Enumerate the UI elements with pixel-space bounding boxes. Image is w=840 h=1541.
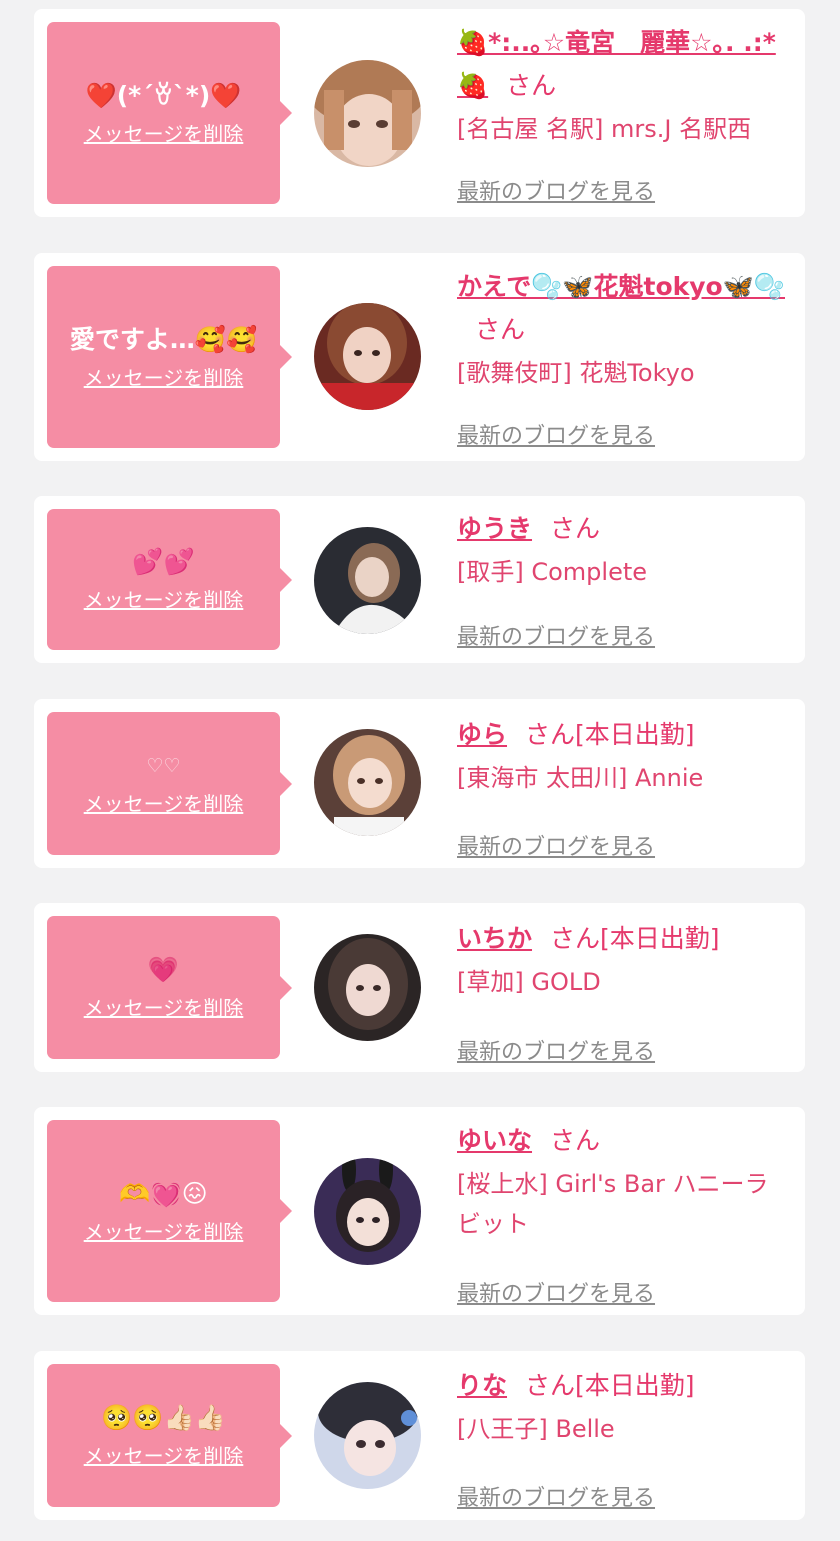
avatar[interactable] bbox=[314, 60, 421, 167]
attendance-status: [本日出勤] bbox=[600, 924, 720, 953]
attendance-status: [本日出勤] bbox=[575, 720, 695, 749]
latest-blog-link[interactable]: 最新のブログを見る bbox=[457, 1484, 655, 1514]
honorific: さん bbox=[475, 315, 526, 344]
message-card: 💕💕 メッセージを削除 ゆうき さん [取手] Complete 最新のブログを見… bbox=[34, 496, 805, 663]
message-text: 🫶💓😖 bbox=[119, 1178, 208, 1208]
message-bubble: 🥺🥺👍🏻👍🏻 メッセージを削除 bbox=[47, 1364, 292, 1507]
profile-name-link[interactable]: いちか bbox=[457, 924, 532, 953]
profile-info: ゆいな さん [桜上水] Girl's Bar ハニーラビット 最新のブログを見る bbox=[457, 1119, 792, 1307]
delete-message-link[interactable]: メッセージを削除 bbox=[84, 362, 244, 391]
honorific: さん bbox=[550, 1126, 601, 1155]
message-card: 🫶💓😖 メッセージを削除 ゆいな さん [桜上水] Girl's Bar ハニーラ… bbox=[34, 1107, 805, 1315]
latest-blog-link[interactable]: 最新のブログを見る bbox=[457, 623, 655, 653]
avatar[interactable] bbox=[314, 1158, 421, 1265]
delete-message-link[interactable]: メッセージを削除 bbox=[84, 1216, 244, 1245]
message-bubble: ❤️(*´ꈊ`*)❤️ メッセージを削除 bbox=[47, 22, 292, 204]
profile-info: かえで🫧🦋花魁tokyo🦋🫧 さん [歌舞伎町] 花魁Tokyo 最新のブログを見… bbox=[457, 265, 792, 449]
profile-name-link[interactable]: ゆうき bbox=[457, 514, 532, 543]
message-card: 愛ですよ…🥰🥰 メッセージを削除 かえで🫧🦋花魁tokyo🦋🫧 さん [歌舞伎町]… bbox=[34, 253, 805, 461]
message-card: 💗 メッセージを削除 いちか さん[本日出勤] [草加] GOLD 最新のブログを… bbox=[34, 903, 805, 1072]
shop-label: [草加] GOLD bbox=[457, 968, 601, 996]
message-bubble: 💕💕 メッセージを削除 bbox=[47, 509, 292, 650]
latest-blog-link[interactable]: 最新のブログを見る bbox=[457, 1280, 655, 1310]
message-text: 💕💕 bbox=[132, 547, 195, 576]
honorific: さん bbox=[550, 924, 601, 953]
latest-blog-link[interactable]: 最新のブログを見る bbox=[457, 178, 655, 208]
honorific: さん bbox=[550, 514, 601, 543]
shop-label: [桜上水] Girl's Bar ハニーラビット bbox=[457, 1170, 769, 1238]
delete-message-link[interactable]: メッセージを削除 bbox=[84, 118, 244, 147]
avatar[interactable] bbox=[314, 527, 421, 634]
message-text: 愛ですよ…🥰🥰 bbox=[69, 324, 258, 354]
message-bubble: ♡♡ メッセージを削除 bbox=[47, 712, 292, 855]
delete-message-link[interactable]: メッセージを削除 bbox=[84, 788, 244, 817]
profile-info: 🍓*:..｡☆竜宮 麗華☆｡. .:*🍓 さん [名古屋 名駅] mrs.J 名駅… bbox=[457, 21, 792, 205]
message-text: 💗 bbox=[147, 955, 180, 984]
profile-info: ゆら さん[本日出勤] [東海市 太田川] Annie 最新のブログを見る bbox=[457, 713, 792, 860]
profile-name-link[interactable]: ゆいな bbox=[457, 1126, 532, 1155]
message-card: ♡♡ メッセージを削除 ゆら さん[本日出勤] [東海市 太田川] Annie 最… bbox=[34, 699, 805, 868]
profile-name-link[interactable]: かえで🫧🦋花魁tokyo🦋🫧 bbox=[457, 272, 785, 301]
message-bubble: 🫶💓😖 メッセージを削除 bbox=[47, 1120, 292, 1302]
shop-label: [名古屋 名駅] mrs.J 名駅西 bbox=[457, 115, 752, 143]
honorific: さん bbox=[525, 720, 576, 749]
message-card: 🥺🥺👍🏻👍🏻 メッセージを削除 りな さん[本日出勤] [八王子] Belle 最… bbox=[34, 1351, 805, 1520]
shop-label: [東海市 太田川] Annie bbox=[457, 764, 704, 792]
avatar[interactable] bbox=[314, 1382, 421, 1489]
avatar[interactable] bbox=[314, 729, 421, 836]
message-text: ♡♡ bbox=[146, 755, 181, 777]
message-card: ❤️(*´ꈊ`*)❤️ メッセージを削除 🍓*:..｡☆竜宮 麗華☆｡. .:*… bbox=[34, 9, 805, 217]
latest-blog-link[interactable]: 最新のブログを見る bbox=[457, 422, 655, 452]
latest-blog-link[interactable]: 最新のブログを見る bbox=[457, 1038, 655, 1068]
avatar[interactable] bbox=[314, 934, 421, 1041]
honorific: さん bbox=[525, 1371, 576, 1400]
profile-name-link[interactable]: りな bbox=[457, 1371, 507, 1400]
attendance-status: [本日出勤] bbox=[575, 1371, 695, 1400]
profile-name-link[interactable]: ゆら bbox=[457, 720, 507, 749]
shop-label: [歌舞伎町] 花魁Tokyo bbox=[457, 359, 695, 387]
profile-info: りな さん[本日出勤] [八王子] Belle 最新のブログを見る bbox=[457, 1364, 792, 1511]
message-bubble: 💗 メッセージを削除 bbox=[47, 916, 292, 1059]
profile-info: いちか さん[本日出勤] [草加] GOLD 最新のブログを見る bbox=[457, 917, 792, 1065]
message-text: 🥺🥺👍🏻👍🏻 bbox=[101, 1403, 226, 1432]
profile-name-link[interactable]: 🍓*:..｡☆竜宮 麗華☆｡. .:*🍓 bbox=[457, 28, 776, 100]
message-text: ❤️(*´ꈊ`*)❤️ bbox=[85, 80, 242, 110]
avatar[interactable] bbox=[314, 303, 421, 410]
delete-message-link[interactable]: メッセージを削除 bbox=[84, 992, 244, 1021]
delete-message-link[interactable]: メッセージを削除 bbox=[84, 1440, 244, 1469]
profile-info: ゆうき さん [取手] Complete 最新のブログを見る bbox=[457, 507, 792, 650]
shop-label: [取手] Complete bbox=[457, 558, 648, 586]
message-bubble: 愛ですよ…🥰🥰 メッセージを削除 bbox=[47, 266, 292, 448]
shop-label: [八王子] Belle bbox=[457, 1415, 615, 1443]
honorific: さん bbox=[506, 71, 557, 100]
latest-blog-link[interactable]: 最新のブログを見る bbox=[457, 833, 655, 863]
delete-message-link[interactable]: メッセージを削除 bbox=[84, 584, 244, 613]
